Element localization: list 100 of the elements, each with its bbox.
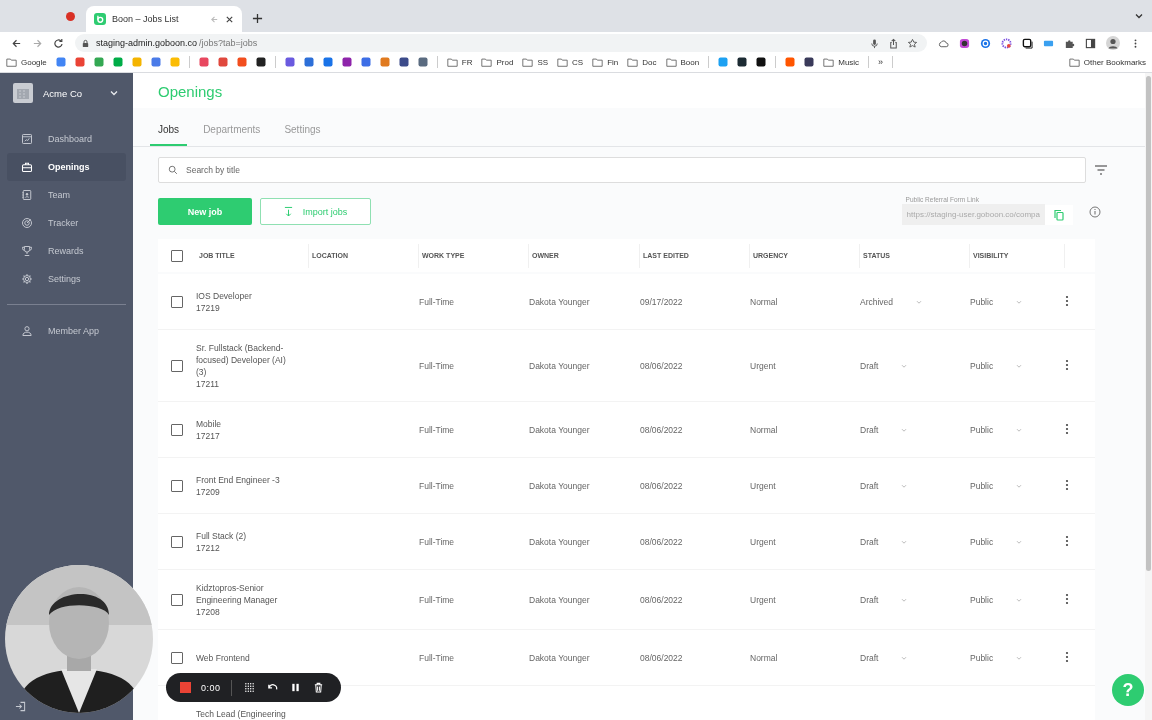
bookmark-folder[interactable]: CS	[557, 57, 584, 67]
arrow-icon	[210, 14, 219, 24]
scrollbar[interactable]	[1145, 73, 1152, 720]
folder-icon	[557, 57, 569, 67]
bookmark-icon[interactable]	[756, 57, 767, 67]
bookmark-icon[interactable]	[737, 57, 748, 67]
more-icon[interactable]	[1065, 650, 1069, 663]
status-dropdown[interactable]: Draft	[860, 360, 909, 371]
plus-icon[interactable]	[252, 13, 263, 24]
more-bookmarks-button[interactable]: »	[878, 57, 884, 67]
table-cell: Urgent	[750, 480, 776, 491]
table-cell: Dakota Younger	[529, 424, 590, 435]
folder-icon	[823, 57, 835, 67]
folder-icon	[665, 57, 677, 67]
row-checkbox[interactable]	[171, 479, 183, 492]
job-title[interactable]: Front End Engineer -3	[196, 473, 293, 486]
bookmark-folder[interactable]: SS	[522, 57, 549, 67]
bookmark-folder[interactable]: Prod	[481, 57, 514, 67]
recording-time: 0:00	[201, 682, 221, 693]
bookmark-icon[interactable]	[804, 57, 815, 67]
visibility-dropdown[interactable]: Public	[970, 652, 1024, 663]
bookmark-folder[interactable]: Doc	[627, 57, 657, 67]
more-icon[interactable]	[1065, 534, 1069, 547]
job-title[interactable]: Sr. Fullstack (Backend-focused) Developer (AI) (3)	[196, 341, 293, 378]
table-cell: 08/06/2022	[640, 594, 683, 605]
nav-item[interactable]: Rewards	[7, 237, 126, 265]
bookmark-icon[interactable]	[341, 57, 352, 67]
job-title[interactable]: Mobile	[196, 417, 293, 430]
nav-item[interactable]: Dashboard	[7, 125, 126, 153]
info-icon[interactable]	[1089, 206, 1101, 218]
row-checkbox[interactable]	[171, 593, 183, 606]
row-checkbox[interactable]	[171, 535, 183, 548]
avatar-icon[interactable]	[1103, 36, 1123, 50]
job-id: 17211	[196, 377, 220, 390]
status-dropdown[interactable]: Draft	[860, 480, 909, 491]
table-cell: Normal	[750, 652, 778, 663]
table-cell: 08/06/2022	[640, 360, 683, 371]
visibility-dropdown[interactable]: Public	[970, 594, 1024, 605]
url-path: /jobs?tab=jobs	[199, 38, 258, 48]
visibility-dropdown[interactable]: Public	[970, 480, 1024, 491]
visibility-dropdown[interactable]: Public	[970, 360, 1024, 371]
status-dropdown[interactable]: Draft	[860, 536, 909, 547]
bookmark-folder[interactable]: Other Bookmarks	[1068, 57, 1146, 67]
browser-tab[interactable]: Boon – Jobs List	[86, 6, 242, 32]
table-cell: Full-Time	[419, 360, 455, 371]
bookmark-folder[interactable]: FR	[446, 57, 473, 67]
job-title[interactable]: Web Frontend	[196, 651, 293, 664]
bookmark-folder[interactable]: Google	[6, 57, 47, 67]
visibility-dropdown[interactable]: Public	[970, 536, 1024, 547]
table-cell: Dakota Younger	[529, 594, 590, 605]
bookmark-folder[interactable]: Boon	[665, 57, 700, 67]
nav-item[interactable]: Tracker	[7, 209, 126, 237]
url-host: staging-admin.goboon.co	[96, 38, 198, 48]
status-dropdown[interactable]: Archived	[860, 296, 924, 307]
bookmark-icon[interactable]	[398, 57, 409, 67]
tab[interactable]: Jobs	[150, 120, 188, 146]
row-checkbox[interactable]	[171, 423, 183, 436]
filter-icon[interactable]	[1094, 164, 1108, 176]
job-title[interactable]: Full Stack (2)	[196, 529, 293, 542]
table-cell: Dakota Younger	[529, 480, 590, 491]
table-cell: Normal	[750, 424, 778, 435]
logout-icon[interactable]	[15, 701, 26, 712]
status-dropdown[interactable]: Draft	[860, 652, 909, 663]
address-bar[interactable]: staging-admin.goboon.co /jobs?tab=jobs	[75, 34, 927, 52]
more-icon[interactable]	[1065, 358, 1069, 371]
row-checkbox[interactable]	[171, 651, 183, 664]
more-icon[interactable]	[1065, 294, 1069, 307]
trophy-icon	[21, 245, 33, 257]
nav-item[interactable]: Team	[7, 181, 126, 209]
table-cell: Full-Time	[419, 296, 455, 307]
chevron-down-icon[interactable]	[109, 88, 119, 98]
select-all-checkbox[interactable]	[171, 249, 183, 262]
pause-icon[interactable]	[289, 682, 301, 693]
bookmark-folder[interactable]: Fin	[592, 57, 619, 67]
nav-item[interactable]: Member App	[7, 317, 126, 345]
bookmark-icon[interactable]	[255, 57, 266, 67]
more-icon[interactable]	[1065, 592, 1069, 605]
status-dropdown[interactable]: Draft	[860, 424, 909, 435]
search-field[interactable]: Search by title	[158, 157, 1086, 183]
row-checkbox[interactable]	[171, 295, 183, 308]
job-id: 17217	[196, 429, 221, 442]
nav-item[interactable]: Settings	[7, 265, 126, 293]
job-title[interactable]: Tech Lead (Engineering	[196, 707, 293, 720]
more-icon[interactable]	[1065, 422, 1069, 435]
nav-item[interactable]: Openings	[7, 153, 126, 181]
job-title[interactable]: Kidztopros-Senior Engineering Manager	[196, 581, 293, 606]
visibility-dropdown[interactable]: Public	[970, 424, 1024, 435]
job-title[interactable]: IOS Developer	[196, 289, 293, 302]
more-icon[interactable]	[1065, 478, 1069, 491]
chevron-down-icon[interactable]	[1134, 11, 1144, 21]
trash-icon[interactable]	[312, 682, 324, 693]
close-icon[interactable]	[225, 14, 234, 24]
table-cell: Urgent	[750, 594, 776, 605]
row-checkbox[interactable]	[171, 359, 183, 372]
grid-icon[interactable]	[243, 682, 255, 693]
table-cell: Dakota Younger	[529, 360, 590, 371]
table-cell: 08/06/2022	[640, 536, 683, 547]
visibility-dropdown[interactable]: Public	[970, 296, 1024, 307]
status-dropdown[interactable]: Draft	[860, 594, 909, 605]
bookmark-folder[interactable]: Music	[823, 57, 860, 67]
